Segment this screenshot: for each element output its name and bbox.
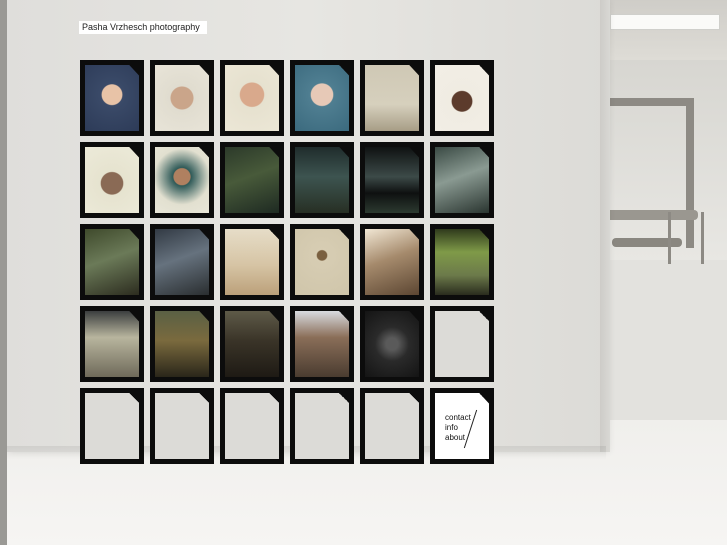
photo-thumbnail[interactable] xyxy=(80,306,144,382)
thumbnail-image xyxy=(295,229,349,295)
photo-grid: contact info about xyxy=(80,60,494,464)
metal-frame xyxy=(608,98,694,106)
photo-thumbnail[interactable] xyxy=(360,60,424,136)
left-edge xyxy=(0,0,7,545)
photo-thumbnail[interactable] xyxy=(150,306,214,382)
photo-thumbnail[interactable] xyxy=(220,224,284,300)
thumbnail-image xyxy=(435,147,489,213)
nav-link-contact[interactable]: contact xyxy=(445,413,471,423)
empty-tile xyxy=(220,388,284,464)
thumbnail-image xyxy=(365,393,419,459)
ladder xyxy=(668,212,704,264)
thumbnail-image xyxy=(155,65,209,131)
thumbnail-image xyxy=(225,65,279,131)
photo-thumbnail[interactable] xyxy=(220,306,284,382)
photo-thumbnail[interactable] xyxy=(80,60,144,136)
photo-thumbnail[interactable] xyxy=(150,60,214,136)
empty-tile xyxy=(290,388,354,464)
thumbnail-image xyxy=(225,229,279,295)
empty-tile xyxy=(80,388,144,464)
thumbnail-image xyxy=(295,65,349,131)
photo-thumbnail[interactable] xyxy=(150,142,214,218)
thumbnail-image xyxy=(155,393,209,459)
photo-thumbnail[interactable] xyxy=(430,60,494,136)
empty-tile xyxy=(150,388,214,464)
photo-thumbnail[interactable] xyxy=(80,224,144,300)
photo-thumbnail[interactable] xyxy=(290,142,354,218)
site-title: Pasha Vrzhesch photography xyxy=(79,21,207,34)
thumbnail-image xyxy=(365,229,419,295)
thumbnail-image xyxy=(85,229,139,295)
thumbnail-image xyxy=(365,311,419,377)
contact-tile[interactable]: contact info about xyxy=(430,388,494,464)
thumbnail-image xyxy=(85,65,139,131)
photo-thumbnail[interactable] xyxy=(290,224,354,300)
photo-thumbnail[interactable] xyxy=(360,142,424,218)
photo-thumbnail[interactable] xyxy=(290,60,354,136)
photo-thumbnail[interactable] xyxy=(430,224,494,300)
photo-thumbnail[interactable] xyxy=(220,142,284,218)
thumbnail-image xyxy=(155,311,209,377)
thumbnail-image xyxy=(155,147,209,213)
thumbnail-image xyxy=(365,147,419,213)
photo-thumbnail[interactable] xyxy=(220,60,284,136)
thumbnail-image xyxy=(225,147,279,213)
thumbnail-image xyxy=(155,229,209,295)
thumbnail-image xyxy=(225,311,279,377)
thumbnail-image xyxy=(85,393,139,459)
thumbnail-image xyxy=(295,393,349,459)
photo-thumbnail[interactable] xyxy=(80,142,144,218)
ceiling xyxy=(600,0,727,60)
photo-thumbnail[interactable] xyxy=(430,142,494,218)
thumbnail-image xyxy=(295,147,349,213)
thumbnail-image xyxy=(85,311,139,377)
back-room xyxy=(600,60,727,260)
photo-thumbnail[interactable] xyxy=(150,224,214,300)
ceiling-light xyxy=(610,14,720,30)
empty-tile xyxy=(360,388,424,464)
thumbnail-image xyxy=(295,311,349,377)
empty-tile xyxy=(430,306,494,382)
photo-thumbnail[interactable] xyxy=(360,306,424,382)
nav-link-info[interactable]: info xyxy=(445,423,471,433)
photo-thumbnail[interactable] xyxy=(360,224,424,300)
thumbnail-image xyxy=(365,65,419,131)
thumbnail-image xyxy=(225,393,279,459)
thumbnail-image xyxy=(435,65,489,131)
photo-thumbnail[interactable] xyxy=(290,306,354,382)
wall-side xyxy=(600,0,610,452)
thumbnail-image xyxy=(435,311,489,377)
thumbnail-image xyxy=(85,147,139,213)
thumbnail-image xyxy=(435,229,489,295)
